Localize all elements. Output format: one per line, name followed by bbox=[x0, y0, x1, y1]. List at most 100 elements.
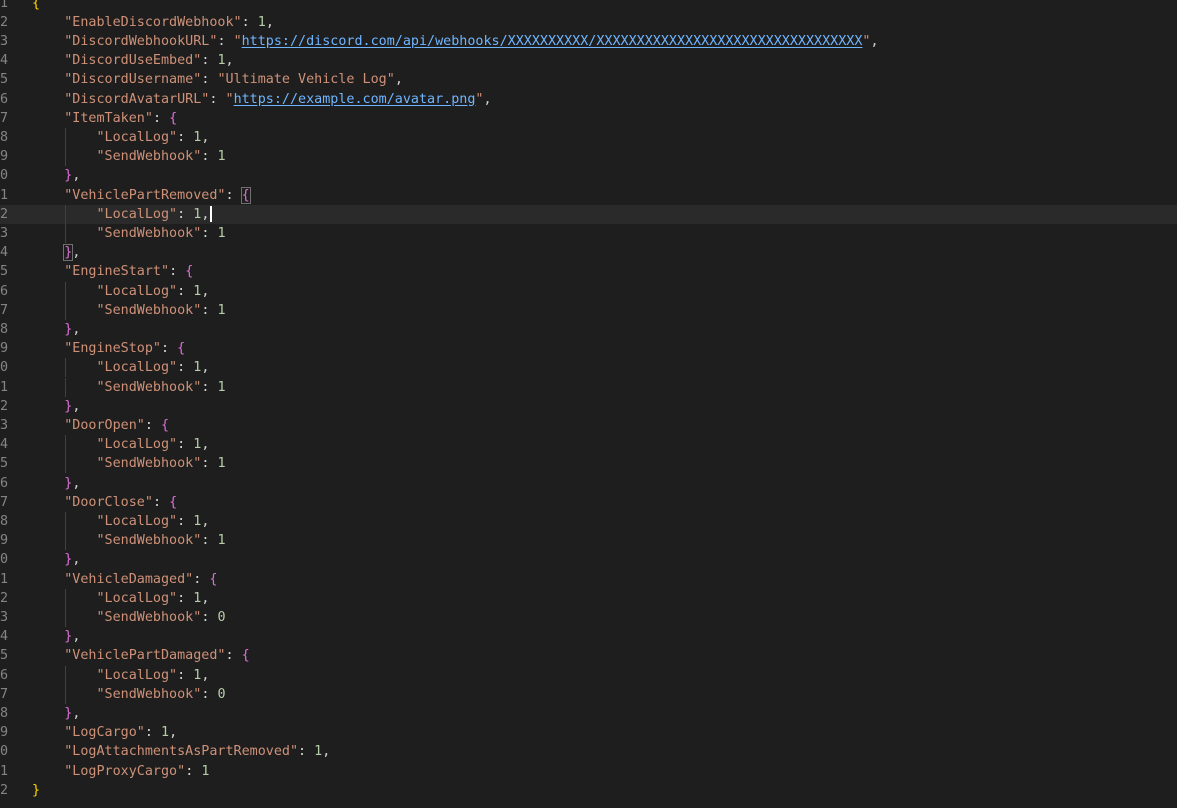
line-number: 2 bbox=[0, 781, 10, 800]
code-text: "DoorClose": { bbox=[64, 494, 178, 510]
code-line[interactable]: 3 "SendWebhook": 1 bbox=[0, 223, 1177, 244]
line-number-text: 3 bbox=[0, 609, 8, 625]
line-number: 1 bbox=[0, 0, 10, 13]
line-number: 5 bbox=[0, 454, 10, 473]
line-number: 2 bbox=[0, 13, 10, 32]
code-text: "SendWebhook": 1 bbox=[96, 225, 226, 241]
line-number: 9 bbox=[0, 531, 10, 550]
line-number: 6 bbox=[0, 282, 10, 301]
code-editor[interactable]: 1{2 "EnableDiscordWebhook": 1, 3 "Discord… bbox=[0, 0, 1177, 808]
line-number-text: 7 bbox=[0, 494, 8, 510]
line-number-text: 4 bbox=[0, 53, 8, 69]
code-line[interactable]: 5 "VehiclePartDamaged": { bbox=[0, 646, 1177, 665]
code-text: "LogProxyCargo": 1 bbox=[64, 763, 210, 779]
code-line[interactable]: 4 "LocalLog": 1, bbox=[0, 435, 1177, 455]
code-text: "SendWebhook": 1 bbox=[96, 149, 226, 165]
code-line[interactable]: 2 "EnableDiscordWebhook": 1, bbox=[0, 13, 1177, 32]
line-number: 2 bbox=[0, 397, 10, 416]
code-line[interactable]: 7 "SendWebhook": 0 bbox=[0, 684, 1177, 704]
line-number-text: 1 bbox=[0, 763, 8, 779]
code-line[interactable]: 8 }, bbox=[0, 320, 1177, 339]
code-line[interactable]: 2 }, bbox=[0, 397, 1177, 416]
code-line[interactable]: 7 "SendWebhook": 1 bbox=[0, 300, 1177, 320]
code-line[interactable]: 7 "ItemTaken": { bbox=[0, 109, 1177, 128]
code-line[interactable]: 6 "DiscordAvatarURL": "https://example.c… bbox=[0, 90, 1177, 109]
code-line[interactable]: 3 "SendWebhook": 0 bbox=[0, 607, 1177, 628]
line-number: 3 bbox=[0, 224, 10, 243]
code-text: "DiscordWebhookURL": "https://discord.co… bbox=[64, 33, 879, 49]
line-number: 9 bbox=[0, 723, 10, 742]
line-number: 6 bbox=[0, 666, 10, 685]
code-line[interactable]: 5 "SendWebhook": 1 bbox=[0, 454, 1177, 474]
code-line[interactable]: 1 "SendWebhook": 1 bbox=[0, 377, 1177, 397]
line-number-text: 0 bbox=[0, 168, 8, 184]
code-line[interactable]: 8 "LocalLog": 1, bbox=[0, 511, 1177, 532]
line-number-text: 3 bbox=[0, 33, 8, 49]
code-text: "EngineStart": { bbox=[64, 264, 194, 280]
code-line[interactable]: 3 "DiscordWebhookURL": "https://discord.… bbox=[0, 32, 1177, 51]
code-line[interactable]: 9 "LogCargo": 1, bbox=[0, 723, 1177, 742]
code-text: "DiscordAvatarURL": "https://example.com… bbox=[64, 91, 492, 107]
code-line[interactable]: 1 "LogProxyCargo": 1 bbox=[0, 762, 1177, 781]
code-text: }, bbox=[63, 244, 81, 262]
line-number-text: 2 bbox=[0, 590, 8, 606]
code-line[interactable]: 5 "EngineStart": { bbox=[0, 262, 1177, 281]
line-number-text: 1 bbox=[0, 379, 8, 395]
line-number: 3 bbox=[0, 608, 10, 627]
line-number: 1 bbox=[0, 570, 10, 589]
code-text: "LocalLog": 1, bbox=[96, 513, 210, 529]
code-line[interactable]: 6 "LocalLog": 1, bbox=[0, 281, 1177, 301]
line-number-text: 6 bbox=[0, 475, 8, 491]
line-number: 4 bbox=[0, 243, 10, 262]
code-line[interactable]: 4 "DiscordUseEmbed": 1, bbox=[0, 51, 1177, 70]
code-text: }, bbox=[64, 552, 81, 568]
line-number-text: 2 bbox=[0, 206, 8, 222]
code-text: "LocalLog": 1, bbox=[96, 590, 210, 606]
code-line[interactable]: 1 "VehicleDamaged": { bbox=[0, 570, 1177, 589]
code-text: }, bbox=[64, 398, 81, 414]
code-text: "SendWebhook": 1 bbox=[96, 456, 226, 472]
line-number: 1 bbox=[0, 378, 10, 397]
code-line[interactable]: 2 "LocalLog": 1, bbox=[0, 588, 1177, 608]
line-number: 8 bbox=[0, 512, 10, 531]
code-line[interactable]: 1{ bbox=[0, 0, 1177, 13]
line-number-text: 1 bbox=[0, 0, 8, 11]
line-number: 5 bbox=[0, 646, 10, 665]
line-number: 5 bbox=[0, 262, 10, 281]
code-line[interactable]: 0 "LogAttachmentsAsPartRemoved": 1, bbox=[0, 742, 1177, 761]
code-line[interactable]: 8 "LocalLog": 1, bbox=[0, 127, 1177, 148]
code-line[interactable]: 0 }, bbox=[0, 550, 1177, 569]
code-text: "LocalLog": 1, bbox=[96, 667, 210, 683]
code-line[interactable]: 5 "DiscordUsername": "Ultimate Vehicle L… bbox=[0, 70, 1177, 89]
code-line[interactable]: 4 }, bbox=[0, 627, 1177, 646]
line-number-text: 0 bbox=[0, 552, 8, 568]
code-line[interactable]: 4 }, bbox=[0, 243, 1177, 262]
line-number-text: 6 bbox=[0, 283, 8, 299]
code-line[interactable]: 3 "DoorOpen": { bbox=[0, 416, 1177, 435]
code-line[interactable]: 9 "SendWebhook": 1 bbox=[0, 147, 1177, 167]
code-text: "SendWebhook": 0 bbox=[96, 609, 226, 625]
code-line[interactable]: 9 "EngineStop": { bbox=[0, 339, 1177, 358]
line-number-text: 6 bbox=[0, 91, 8, 107]
line-number: 4 bbox=[0, 51, 10, 70]
line-number: 7 bbox=[0, 109, 10, 128]
code-line[interactable]: 6 }, bbox=[0, 474, 1177, 493]
code-text: "DoorOpen": { bbox=[64, 417, 170, 433]
text-cursor bbox=[210, 205, 213, 222]
code-line[interactable]: 8 }, bbox=[0, 704, 1177, 723]
code-line[interactable]: 7 "DoorClose": { bbox=[0, 493, 1177, 512]
line-number-text: 9 bbox=[0, 533, 8, 549]
code-line[interactable]: 2 "LocalLog": 1, bbox=[0, 204, 1177, 224]
code-text: "EnableDiscordWebhook": 1, bbox=[64, 14, 274, 30]
code-line[interactable]: 9 "SendWebhook": 1 bbox=[0, 531, 1177, 551]
line-number-text: 3 bbox=[0, 417, 8, 433]
code-line[interactable]: 2} bbox=[0, 781, 1177, 800]
code-text: "DiscordUsername": "Ultimate Vehicle Log… bbox=[64, 72, 403, 88]
line-number-text: 5 bbox=[0, 456, 8, 472]
code-line[interactable]: 0 "LocalLog": 1, bbox=[0, 358, 1177, 378]
line-number-text: 2 bbox=[0, 14, 8, 30]
code-line[interactable]: 6 "LocalLog": 1, bbox=[0, 665, 1177, 685]
code-line[interactable]: 0 }, bbox=[0, 166, 1177, 185]
line-number: 7 bbox=[0, 685, 10, 704]
code-line[interactable]: 1 "VehiclePartRemoved": { bbox=[0, 186, 1177, 205]
